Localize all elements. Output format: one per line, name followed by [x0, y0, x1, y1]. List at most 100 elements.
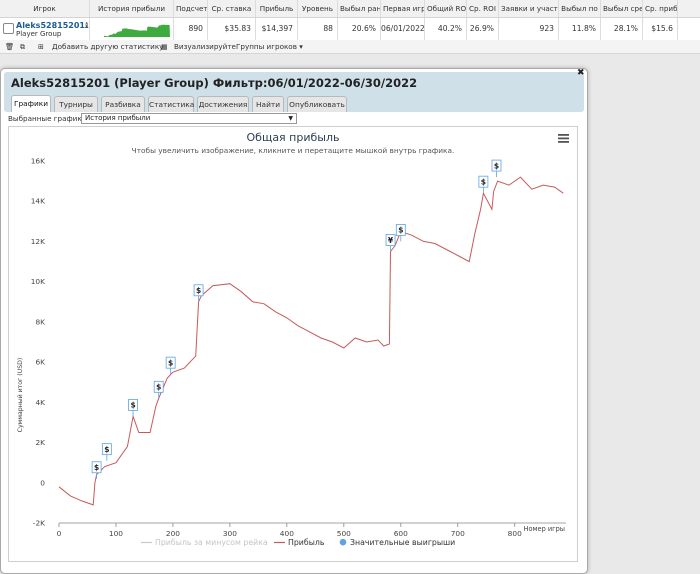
dialog-header: Aleks52815201 (Player Group) Фильтр:06/0…	[4, 72, 584, 112]
big-win-marker[interactable]: $	[101, 443, 112, 461]
tab-7[interactable]: Опубликовать	[287, 96, 347, 112]
column-header[interactable]: Общий RO	[425, 0, 467, 17]
y-tick-label: 10K	[31, 277, 45, 286]
x-axis-label: Номер игры	[524, 525, 565, 533]
y-tick-label: 0	[40, 478, 45, 487]
y-tick-label: 12K	[31, 237, 45, 246]
trash-icon[interactable]: 🗑	[5, 40, 14, 54]
big-win-label: $	[156, 383, 161, 392]
player-groups-dropdown[interactable]: Группы игроков ▾	[236, 40, 303, 54]
profit-series-line	[58, 176, 564, 506]
column-header[interactable]: Уровень	[298, 0, 338, 17]
column-header[interactable]: Ср. прибыл	[643, 0, 678, 17]
chevron-down-icon: ▾	[299, 42, 303, 51]
table-cell: $14,397	[256, 18, 298, 40]
chart-subtitle: Чтобы увеличить изображение, кликните и …	[132, 146, 455, 155]
big-win-label: $	[196, 286, 201, 295]
row-checkbox[interactable]	[3, 23, 14, 34]
player-groups-label: Группы игроков	[236, 42, 297, 51]
x-tick-label: 200	[166, 529, 180, 538]
big-win-marker[interactable]: $	[478, 175, 489, 194]
player-name-link[interactable]: Aleks52815201	[16, 21, 85, 30]
big-win-label: ¥	[388, 236, 394, 245]
chart-type-select[interactable]: История прибыли ▼	[81, 113, 297, 124]
table-cell: 11.8%	[559, 18, 601, 40]
table-cell: 923	[499, 18, 559, 40]
player-stats-table: Игрок История прибыли Подсчет Ср. ставка При…	[0, 0, 700, 40]
legend-item-big-wins[interactable]: Значительные выигрыши	[339, 538, 456, 547]
x-tick-label: 0	[57, 529, 62, 538]
column-header[interactable]: Выбыл сре	[601, 0, 643, 17]
tab-3[interactable]: Разбивка	[101, 96, 145, 112]
tab-6[interactable]: Найти	[252, 96, 284, 112]
profit-history-cell[interactable]	[90, 18, 174, 40]
x-tick-label: 400	[280, 529, 294, 538]
add-stats-link[interactable]: Добавить другую статистику	[52, 40, 163, 54]
table-cell: 20.6%	[338, 18, 381, 40]
table-cell: 88	[298, 18, 338, 40]
big-win-label: $	[94, 463, 99, 472]
chart-menu-icon[interactable]	[558, 134, 569, 143]
plus-stat-icon: ⊞	[38, 43, 44, 51]
big-win-label: $	[130, 401, 135, 410]
profit-chart[interactable]: Общая прибыль Чтобы увеличить изображени…	[8, 126, 578, 562]
y-tick-label: 16K	[31, 157, 45, 166]
copy-icon[interactable]: ⧉	[20, 40, 25, 54]
tab-1[interactable]: Графики	[11, 95, 51, 112]
player-avatar-icon: ♝	[83, 21, 90, 30]
x-tick-label: 300	[223, 529, 237, 538]
x-tick-label: 500	[337, 529, 351, 538]
column-header[interactable]: История прибыли	[90, 0, 174, 17]
column-header[interactable]: Выбыл по	[559, 0, 601, 17]
big-win-marker[interactable]: $	[193, 284, 204, 302]
big-win-marker[interactable]: ¥	[385, 234, 396, 252]
column-header[interactable]: Ср. ROI	[467, 0, 499, 17]
y-tick-label: -2K	[33, 519, 45, 528]
big-win-label: $	[398, 226, 403, 235]
tab-2[interactable]: Турниры	[54, 96, 98, 112]
big-win-marker[interactable]: $	[91, 461, 102, 479]
big-win-marker[interactable]: $	[153, 380, 164, 399]
legend-label: Прибыль за минусом рейка	[155, 538, 268, 547]
table-row[interactable]: Aleks52815201 ♝ Player Group 890 $35.83 $1…	[0, 18, 700, 40]
y-tick-label: 4K	[35, 398, 45, 407]
profit-sparkline	[104, 24, 170, 37]
player-cell[interactable]: Aleks52815201 ♝ Player Group	[0, 18, 90, 40]
big-win-marker[interactable]: $	[128, 399, 138, 417]
big-win-label: $	[168, 358, 173, 367]
table-cell: $35.83	[208, 18, 256, 40]
column-header[interactable]: Подсчет	[174, 0, 208, 17]
x-tick-label: 100	[109, 529, 123, 538]
y-tick-label: 6K	[35, 358, 45, 367]
table-cell: 26.9%	[467, 18, 499, 40]
x-tick-label: 600	[394, 529, 408, 538]
y-tick-label: 14K	[31, 197, 45, 206]
column-header[interactable]: Ср. ставка	[208, 0, 256, 17]
big-win-label: $	[494, 161, 499, 170]
chart-type-value: История прибыли	[85, 114, 151, 122]
big-win-label: $	[104, 445, 109, 454]
column-header[interactable]: Игрок	[0, 0, 90, 17]
visualize-link[interactable]: Визуализируйте	[174, 40, 236, 54]
column-header[interactable]: Заявки и участ	[499, 0, 559, 17]
tab-5[interactable]: Достижения	[197, 96, 249, 112]
big-win-marker[interactable]: $	[491, 159, 502, 178]
column-header[interactable]: Прибыль	[256, 0, 298, 17]
chart-icon: ▦	[161, 42, 168, 51]
legend-item-profit[interactable]: Прибыль	[274, 538, 325, 547]
column-header[interactable]: Первая игр	[381, 0, 425, 17]
table-header: Игрок История прибыли Подсчет Ср. ставка При…	[0, 0, 700, 18]
y-tick-label: 8K	[35, 317, 45, 326]
big-win-label: $	[481, 177, 486, 186]
tab-4[interactable]: Статистика	[148, 96, 194, 112]
player-group-label: Player Group	[16, 30, 62, 38]
legend-label: Значительные выигрыши	[350, 538, 455, 547]
dialog-title: Aleks52815201 (Player Group) Фильтр:06/0…	[11, 76, 418, 90]
table-cell: 890	[174, 18, 208, 40]
close-icon[interactable]: ✖	[577, 68, 585, 78]
x-tick-label: 700	[451, 529, 465, 538]
legend-item-rake[interactable]: Прибыль за минусом рейка	[141, 538, 268, 547]
chart-title: Общая прибыль	[247, 131, 340, 144]
profit-chart-svg[interactable]: Общая прибыль Чтобы увеличить изображени…	[9, 127, 577, 561]
column-header[interactable]: Выбыл ран	[338, 0, 381, 17]
